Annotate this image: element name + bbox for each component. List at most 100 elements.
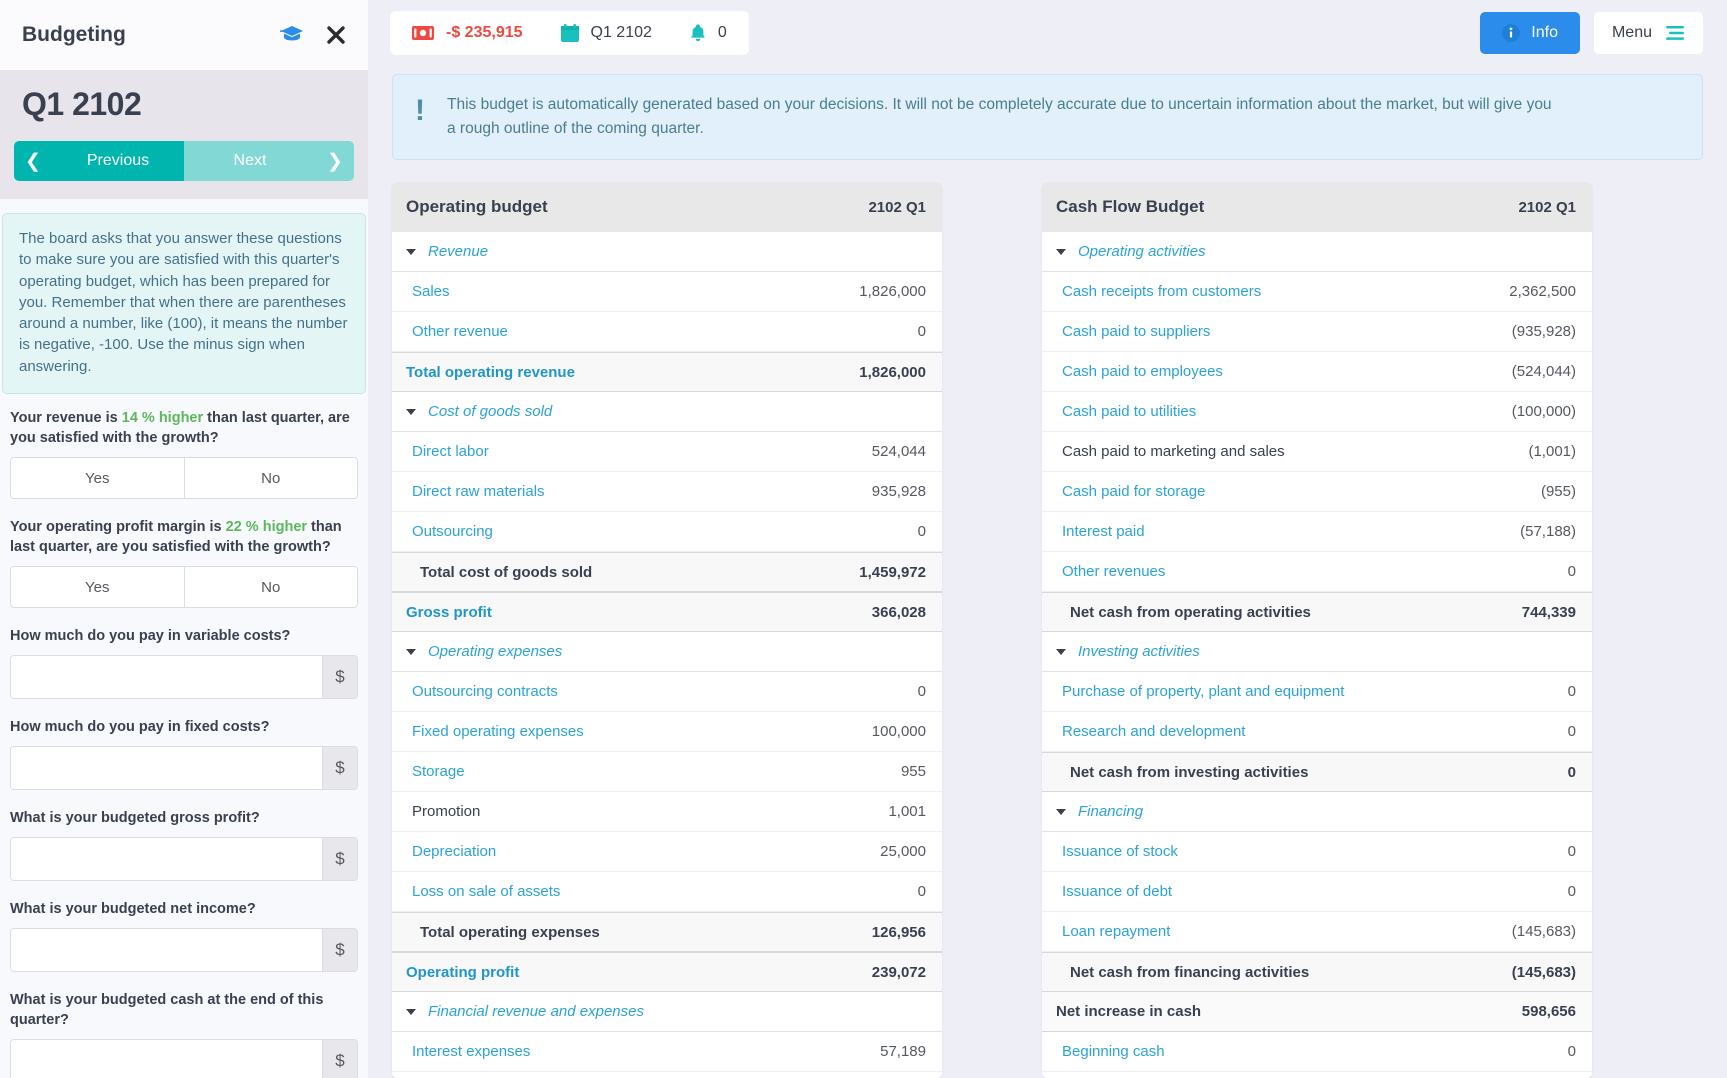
row-label: Total operating expenses [420,923,600,941]
group-header-row[interactable]: Investing activities [1042,632,1592,673]
line-item-row[interactable]: Direct raw materials 935,928 [392,472,942,513]
line-item-row[interactable]: Direct labor 524,044 [392,432,942,473]
line-item-row[interactable]: Outsourcing 0 [392,512,942,553]
line-item-row[interactable]: Interest paid (57,188) [1042,512,1592,553]
row-label[interactable]: Loan repayment [1056,923,1512,940]
row-label[interactable]: Other revenues [1056,563,1568,580]
row-label[interactable]: Storage [406,763,901,780]
close-icon[interactable] [326,25,346,45]
group-header-row[interactable]: Financing [1042,792,1592,833]
group-header-row[interactable]: Operating activities [1042,232,1592,273]
row-label[interactable]: Direct labor [406,443,872,460]
line-item-row[interactable]: Research and development 0 [1042,712,1592,753]
row-label[interactable]: Outsourcing [406,523,918,540]
menu-button[interactable]: Menu [1593,12,1703,54]
cash-flow-budget-panel: Cash Flow Budget 2102 Q1 Operating activ… [1042,182,1592,1078]
row-label[interactable]: Research and development [1056,723,1568,740]
chevron-down-icon[interactable] [406,648,416,655]
line-item-row[interactable]: Cash paid to utilities (100,000) [1042,392,1592,433]
row-value: (145,683) [1511,923,1576,941]
chevron-down-icon[interactable] [406,248,416,255]
chevron-down-icon[interactable] [1056,648,1066,655]
line-item-row[interactable]: Interest expenses 57,189 [392,1032,942,1073]
group-header-row[interactable]: Cost of goods sold [392,392,942,433]
row-label[interactable]: Issuance of debt [1056,883,1568,900]
row-value: (57,188) [1520,523,1576,541]
variable-costs-input[interactable] [11,656,322,699]
line-item-row[interactable]: Cash paid to employees (524,044) [1042,352,1592,393]
chevron-down-icon[interactable] [406,408,416,415]
line-item-row[interactable]: Cash paid to suppliers (935,928) [1042,312,1592,353]
group-header-row[interactable]: Financial revenue and expenses [392,992,942,1033]
net-income-input[interactable] [11,929,322,972]
row-label[interactable]: Depreciation [406,843,880,860]
row-label[interactable]: Revenue [406,243,926,260]
row-value: 744,339 [1521,603,1576,621]
q2-yes-button[interactable]: Yes [11,567,185,608]
row-label[interactable]: Loss on sale of assets [406,883,918,900]
line-item-row[interactable]: Outsourcing contracts 0 [392,672,942,713]
row-label[interactable]: Beginning cash [1056,1043,1568,1060]
row-label: Net increase in cash [1056,1003,1202,1021]
line-item-row[interactable]: Loan repayment (145,683) [1042,912,1592,953]
line-item-row[interactable]: Cash paid for storage (955) [1042,472,1592,513]
line-item-row[interactable]: Loss on sale of assets 0 [392,872,942,913]
row-label[interactable]: Financial revenue and expenses [406,1003,926,1020]
row-label[interactable]: Operating expenses [406,643,926,660]
line-item-row[interactable]: Issuance of stock 0 [1042,832,1592,873]
row-label[interactable]: Other revenue [406,323,918,340]
ending-cash-input[interactable] [11,1040,322,1078]
sidebar: Budgeting Q1 2102 ❮ Previous Next ❯ The … [0,0,368,1078]
previous-arrow-icon[interactable]: ❮ [14,141,52,181]
chevron-down-icon[interactable] [406,1008,416,1015]
row-label[interactable]: Cash paid to utilities [1056,403,1512,420]
row-label[interactable]: Operating activities [1056,243,1576,260]
line-item-row[interactable]: Beginning cash 0 [1042,1032,1592,1073]
line-item-row[interactable]: Sales 1,826,000 [392,272,942,313]
line-item-row[interactable]: Depreciation 25,000 [392,832,942,873]
next-arrow-icon[interactable]: ❯ [316,141,354,181]
notifications-status[interactable]: 0 [690,24,727,42]
row-label[interactable]: Cash paid for storage [1056,483,1541,500]
q2-no-button[interactable]: No [185,567,358,607]
subtotal-row: Operating profit 239,072 [392,952,942,993]
row-label[interactable]: Interest paid [1056,523,1520,540]
line-item-row[interactable]: Purchase of property, plant and equipmen… [1042,672,1592,713]
line-item-row[interactable]: Storage 955 [392,752,942,793]
line-item-row[interactable]: Cash receipts from customers 2,362,500 [1042,272,1592,313]
fixed-costs-input[interactable] [11,747,322,790]
previous-button[interactable]: Previous [52,141,184,181]
row-label[interactable]: Interest expenses [406,1043,880,1060]
line-item-row[interactable]: Other revenue 0 [392,312,942,353]
row-label[interactable]: Investing activities [1056,643,1576,660]
row-label[interactable]: Issuance of stock [1056,843,1568,860]
question-fixed-costs-label: How much do you pay in fixed costs? [10,719,270,736]
graduation-cap-icon[interactable] [280,25,304,45]
row-label[interactable]: Purchase of property, plant and equipmen… [1056,683,1568,700]
cash-value: -$ 235,915 [446,24,523,41]
line-item-row[interactable]: Other revenues 0 [1042,552,1592,593]
row-label[interactable]: Cash receipts from customers [1056,283,1509,300]
next-button[interactable]: Next [184,141,316,181]
row-label[interactable]: Fixed operating expenses [406,723,872,740]
line-item-row[interactable]: Fixed operating expenses 100,000 [392,712,942,753]
q1-no-button[interactable]: No [185,458,358,498]
row-value: 57,189 [880,1043,926,1061]
q1-yes-button[interactable]: Yes [11,458,185,499]
row-label[interactable]: Cost of goods sold [406,403,926,420]
q1-highlight: 14 % higher [121,410,204,427]
gross-profit-input[interactable] [11,838,322,881]
subtotal-row: Net cash from investing activities 0 [1042,752,1592,793]
chevron-down-icon[interactable] [1056,248,1066,255]
line-item-row[interactable]: Issuance of debt 0 [1042,872,1592,913]
info-button[interactable]: Info [1480,12,1580,54]
row-label[interactable]: Outsourcing contracts [406,683,918,700]
chevron-down-icon[interactable] [1056,808,1066,815]
row-label[interactable]: Cash paid to employees [1056,363,1512,380]
group-header-row[interactable]: Revenue [392,232,942,273]
group-header-row[interactable]: Operating expenses [392,632,942,673]
row-label[interactable]: Sales [406,283,859,300]
row-label[interactable]: Financing [1056,803,1576,820]
row-label[interactable]: Direct raw materials [406,483,872,500]
row-label[interactable]: Cash paid to suppliers [1056,323,1512,340]
